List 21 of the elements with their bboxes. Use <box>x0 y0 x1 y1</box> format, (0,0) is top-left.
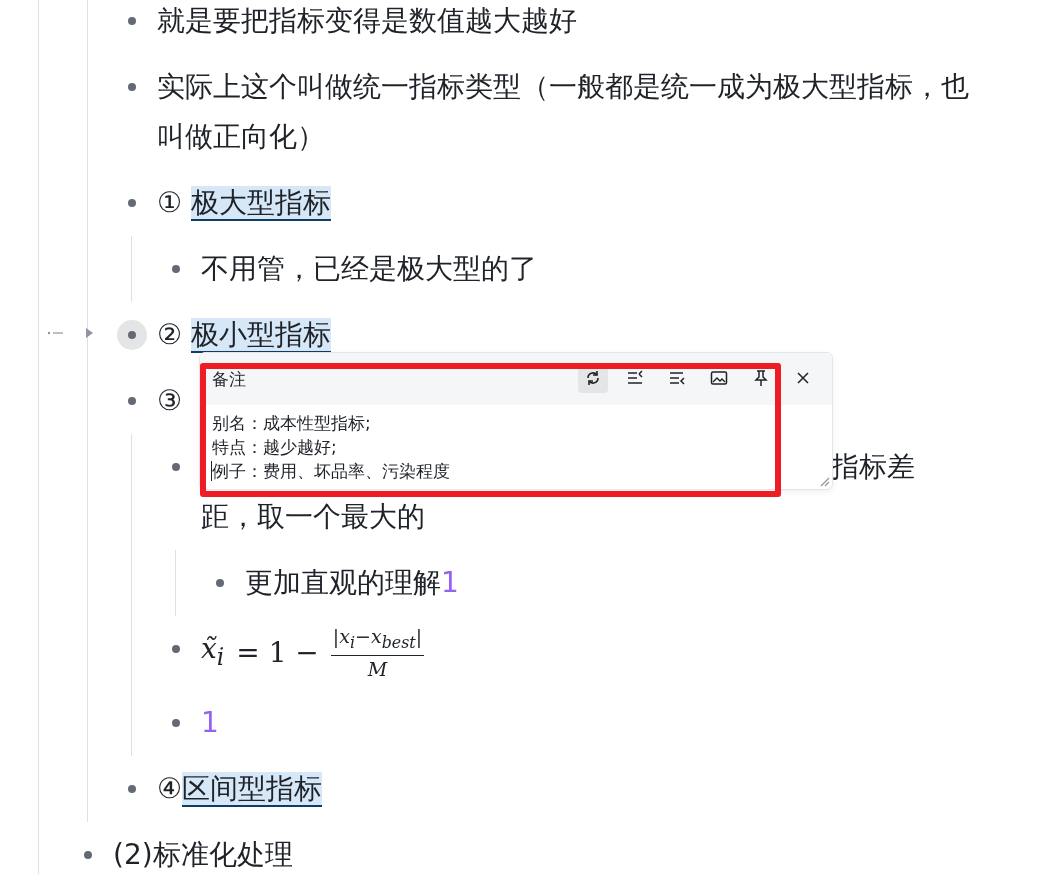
math-formula: x̃$_{i}$ = 1 − |x$_{i}$−x$_{best}$| M <box>201 624 425 682</box>
item-text: 更加直观的理解 <box>245 566 441 599</box>
item-text: 不用管，已经是极大型的了 <box>201 251 537 287</box>
item-text: ① <box>157 186 184 219</box>
linked-text[interactable]: 极小型指标 <box>191 318 331 353</box>
item-text: 距，取一个最大的 <box>201 499 426 535</box>
linked-text[interactable]: 极大型指标 <box>191 186 331 221</box>
note-text: 例子：费用、坏品率、污染程度 <box>212 460 451 483</box>
note-text: 别名：成本性型指标; <box>212 412 372 435</box>
item-text: (2)标准化处理 <box>113 836 293 873</box>
item-text: 指标差 <box>831 449 915 485</box>
linked-text[interactable]: 区间型指标 <box>182 771 323 807</box>
reference-link[interactable]: 1 <box>441 566 459 599</box>
item-text: ② <box>157 318 184 351</box>
item-text: ③ <box>157 384 183 417</box>
note-title: 备注 <box>212 368 246 391</box>
item-text: 实际上这个叫做统一指标类型（一般都是统一成为极大型指标，也叫做正向化） <box>157 69 969 155</box>
item-text: 就是要把指标变得是数值越大越好 <box>157 3 577 39</box>
note-text: 特点：越少越好; <box>212 436 338 459</box>
item-text: ④ <box>157 771 183 805</box>
reference-link[interactable]: 1 <box>201 705 219 739</box>
